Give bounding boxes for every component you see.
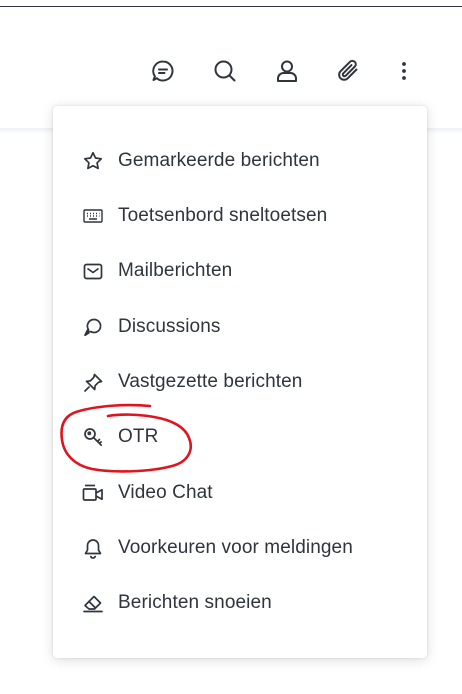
attachment-icon <box>336 58 362 84</box>
menu-item-discussions[interactable]: Discussions <box>53 307 427 347</box>
menu-item-mail-messages[interactable]: Mailberichten <box>53 251 427 291</box>
search-button[interactable] <box>208 54 242 88</box>
room-options-menu: Gemarkeerde berichten Toetsenbord snelto… <box>53 106 427 658</box>
video-icon <box>82 482 104 504</box>
menu-item-label: Gemarkeerde berichten <box>118 150 320 171</box>
menu-item-starred-messages[interactable]: Gemarkeerde berichten <box>53 141 427 181</box>
room-header-toolbar <box>146 54 414 88</box>
menu-item-label: Vastgezette berichten <box>118 371 303 392</box>
menu-item-video-chat[interactable]: Video Chat <box>53 473 427 513</box>
menu-item-label: Berichten snoeien <box>118 592 272 613</box>
discussion-icon <box>82 316 104 338</box>
mail-icon <box>82 260 104 282</box>
keyboard-icon <box>82 205 104 227</box>
eraser-icon <box>82 592 104 614</box>
user-icon <box>274 58 300 84</box>
menu-item-label: Video Chat <box>118 482 213 503</box>
menu-item-keyboard-shortcuts[interactable]: Toetsenbord sneltoetsen <box>53 196 427 236</box>
room-view: Gemarkeerde berichten Toetsenbord snelto… <box>0 0 462 694</box>
kebab-icon <box>401 60 407 82</box>
members-button[interactable] <box>270 54 304 88</box>
top-divider <box>0 6 462 7</box>
menu-item-label: Voorkeuren voor meldingen <box>118 537 353 558</box>
pin-icon <box>82 371 104 393</box>
search-icon <box>212 58 238 84</box>
menu-item-label: Discussions <box>118 316 221 337</box>
files-button[interactable] <box>332 54 366 88</box>
star-icon <box>82 150 104 172</box>
menu-item-notification-preferences[interactable]: Voorkeuren voor meldingen <box>53 528 427 568</box>
menu-item-prune-messages[interactable]: Berichten snoeien <box>53 583 427 623</box>
bell-icon <box>82 537 104 559</box>
discussion-button[interactable] <box>146 54 180 88</box>
menu-item-label: OTR <box>118 426 159 447</box>
more-options-button[interactable] <box>394 54 414 88</box>
menu-item-otr[interactable]: OTR <box>53 417 427 457</box>
key-icon <box>82 426 104 448</box>
menu-item-label: Mailberichten <box>118 260 233 281</box>
discussion-icon <box>150 58 176 84</box>
menu-item-label: Toetsenbord sneltoetsen <box>118 205 328 226</box>
menu-item-pinned-messages[interactable]: Vastgezette berichten <box>53 362 427 402</box>
